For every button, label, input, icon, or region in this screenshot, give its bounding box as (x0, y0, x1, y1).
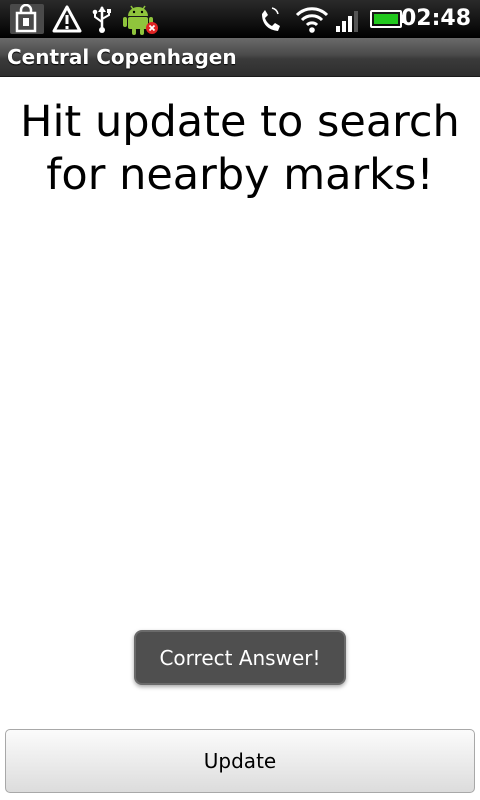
title-bar: Central Copenhagen (0, 38, 480, 77)
update-button-label: Update (203, 749, 277, 773)
update-button[interactable]: Update (5, 729, 475, 793)
message-line-2: for nearby marks! (46, 150, 434, 200)
app-title: Central Copenhagen (7, 45, 237, 69)
wifi-icon (295, 4, 329, 34)
signal-icon (335, 4, 363, 34)
warning-icon (52, 4, 82, 34)
usb-icon (90, 4, 114, 34)
toast-text: Correct Answer! (159, 645, 321, 670)
empty-state-message: Hit update to search for nearby marks! (0, 96, 480, 202)
message-line-1: Hit update to search (20, 97, 460, 147)
status-bar: 02:48 (0, 0, 480, 38)
android-debug-icon (122, 4, 162, 35)
status-clock: 02:48 (400, 6, 471, 31)
notification-bag-icon[interactable] (10, 4, 44, 34)
phone-icon (258, 4, 282, 34)
toast: Correct Answer! (134, 630, 346, 685)
app-screen: 02:48 Central Copenhagen Hit update to s… (0, 0, 480, 800)
